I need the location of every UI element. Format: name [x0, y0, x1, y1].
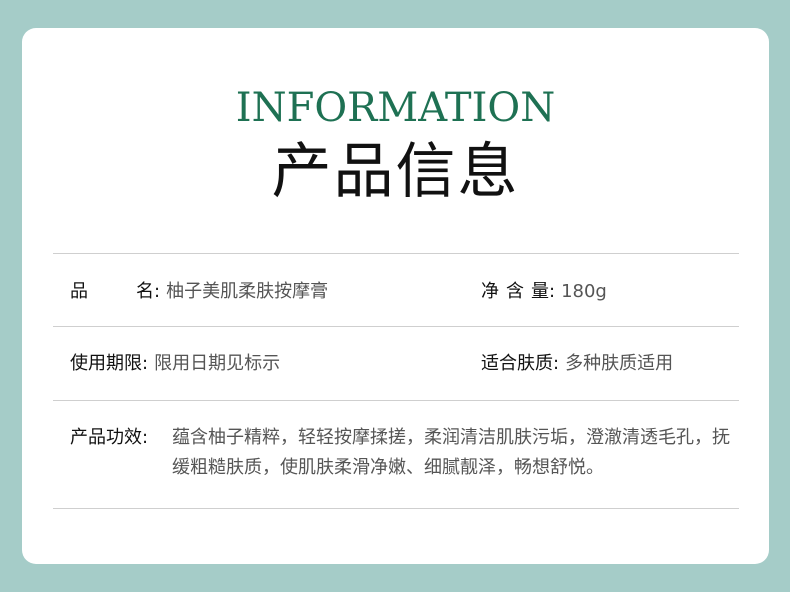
field-product-name: 品 名 : 柚子美肌柔肤按摩膏: [70, 277, 328, 307]
label-char: 名: [136, 281, 154, 302]
divider-1: [53, 326, 739, 327]
label-char: 品: [70, 281, 88, 302]
value-net-content: 180g: [561, 281, 607, 302]
title-english: INFORMATION: [235, 85, 556, 131]
divider-2: [53, 400, 739, 401]
info-row-3: 产品功效: 蕴含柚子精粹，轻轻按摩揉搓，柔润清洁肌肤污垢，澄澈清透毛孔，抚缓粗糙…: [53, 423, 739, 487]
label-char: 含: [506, 281, 524, 302]
label-colon: :: [142, 353, 149, 374]
field-efficacy-label: 产品功效:: [70, 423, 154, 453]
value-skin-type: 多种肤质适用: [565, 353, 674, 374]
field-skin-type: 适合肤质: 多种肤质适用: [481, 349, 673, 379]
label-skin-type: 适合肤质: [481, 353, 553, 374]
title-chinese: 产品信息: [271, 137, 520, 207]
field-shelf-life: 使用期限: 限用日期见标示: [70, 349, 280, 379]
label-char: 净: [481, 281, 499, 302]
info-card: INFORMATION 产品信息 品 名 : 柚子美肌柔肤按摩膏 净 含 量 :1…: [22, 28, 769, 564]
label-efficacy: 产品功效: [70, 427, 142, 448]
divider-bottom: [53, 508, 739, 509]
value-product-name: 柚子美肌柔肤按摩膏: [166, 281, 329, 302]
field-net-content: 净 含 量 :180g: [481, 277, 607, 307]
label-colon: :: [553, 353, 560, 374]
value-efficacy: 蕴含柚子精粹，轻轻按摩揉搓，柔润清洁肌肤污垢，澄澈清透毛孔，抚缓粗糙肤质，使肌肤…: [172, 427, 730, 478]
label-net-content: 净 含 量: [481, 277, 549, 307]
label-shelf-life: 使用期限: [70, 353, 142, 374]
label-colon: :: [154, 281, 161, 302]
label-colon: :: [142, 427, 149, 448]
label-colon: :: [549, 281, 556, 302]
divider-top: [53, 253, 739, 254]
value-shelf-life: 限用日期见标示: [154, 353, 281, 374]
label-product-name: 品 名: [70, 277, 154, 307]
label-char: 量: [531, 281, 549, 302]
